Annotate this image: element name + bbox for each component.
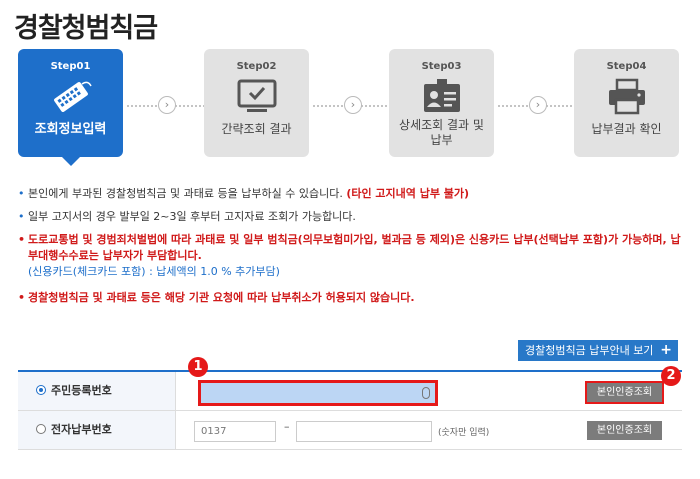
step-1-label: 조회정보입력	[34, 122, 107, 137]
lookup-form: 주민등록번호 본인인증조회 전자납부번호 0137 – (숫자만 입력) 본인인…	[18, 370, 682, 450]
step-connector-2: ›	[313, 96, 391, 114]
monitor-check-icon	[235, 78, 279, 116]
step-4: Step04 납부결과 확인	[574, 49, 679, 157]
epay-dash: –	[284, 420, 290, 433]
rrn-input[interactable]	[198, 380, 438, 406]
step-connector-3: ›	[498, 96, 576, 114]
form-row-epay: 전자납부번호 0137 – (숫자만 입력) 본인인증조회	[18, 411, 682, 450]
step-1: Step01 조회정보입력	[18, 49, 123, 166]
step-4-number: Step04	[606, 61, 647, 72]
step-2-label: 간략조회 결과	[221, 122, 292, 136]
notice-1-text: 본인에게 부과된 경찰청범칙금 및 과태료 등을 납부하실 수 있습니다.	[28, 187, 343, 200]
notice-3-text: 도로교통법 및 경범죄처벌법에 따라 과태료 및 일부 범칙금(의무보험미가입,…	[28, 233, 681, 262]
printer-icon	[605, 78, 649, 116]
chevron-right-icon: ›	[158, 96, 176, 114]
notice-1-emphasis: (타인 고지내역 납부 불가)	[346, 187, 470, 200]
annotation-badge-1: 1	[188, 357, 208, 377]
step-3-label: 상세조회 결과 및 납부	[399, 118, 484, 147]
payment-guide-button[interactable]: 경찰청범칙금 납부안내 보기 +	[518, 340, 678, 361]
notice-item-2: 일부 고지서의 경우 발부일 2~3일 후부터 고지자료 조회가 가능합니다.	[18, 209, 688, 225]
id-card-icon	[420, 78, 464, 116]
notice-item-1: 본인에게 부과된 경찰청범칙금 및 과태료 등을 납부하실 수 있습니다. (타…	[18, 186, 688, 202]
chevron-right-icon: ›	[344, 96, 362, 114]
step-1-number: Step01	[50, 61, 91, 72]
notice-list: 본인에게 부과된 경찰청범칙금 및 과태료 등을 납부하실 수 있습니다. (타…	[18, 186, 688, 313]
form-row-rrn: 주민등록번호 본인인증조회	[18, 372, 682, 411]
chevron-right-icon: ›	[529, 96, 547, 114]
rrn-label: 주민등록번호	[51, 384, 112, 397]
plus-icon: +	[660, 342, 672, 358]
rrn-radio[interactable]	[36, 385, 46, 395]
step-connector-1: ›	[127, 96, 205, 114]
epay-label: 전자납부번호	[51, 423, 112, 436]
notice-item-3: 도로교통법 및 경범죄처벌법에 따라 과태료 및 일부 범칙금(의무보험미가입,…	[18, 232, 688, 280]
step-3-number: Step03	[421, 61, 462, 72]
step-4-label: 납부결과 확인	[591, 122, 662, 136]
step-3: Step03 상세조회 결과 및 납부	[389, 49, 494, 157]
notice-item-4: 경찰청범칙금 및 과태료 등은 해당 기관 요청에 따라 납부취소가 허용되지 …	[18, 290, 688, 306]
epay-hint: (숫자만 입력)	[438, 428, 490, 438]
step-2: Step02 간략조회 결과	[204, 49, 309, 157]
keyboard-icon	[49, 78, 93, 116]
payment-guide-label: 경찰청범칙금 납부안내 보기	[525, 344, 654, 357]
notice-3-sub: (신용카드(체크카드 포함) : 납세액의 1.0 % 추가부담)	[28, 265, 280, 278]
page-title: 경찰청범칙금	[14, 13, 158, 44]
annotation-badge-2: 2	[661, 366, 681, 386]
epay-prefix-field[interactable]: 0137	[194, 421, 276, 442]
epay-number-field[interactable]	[296, 421, 432, 442]
epay-auth-button[interactable]: 본인인증조회	[587, 421, 662, 440]
rrn-option[interactable]: 주민등록번호	[18, 372, 176, 410]
mouse-icon	[422, 387, 430, 399]
rrn-auth-button[interactable]: 본인인증조회	[585, 381, 664, 404]
epay-radio[interactable]	[36, 424, 46, 434]
epay-option[interactable]: 전자납부번호	[18, 411, 176, 449]
step-2-number: Step02	[236, 61, 277, 72]
step-progress: Step01 조회정보입력 › Step02 간략조회 결과 › Step03 …	[18, 49, 682, 166]
